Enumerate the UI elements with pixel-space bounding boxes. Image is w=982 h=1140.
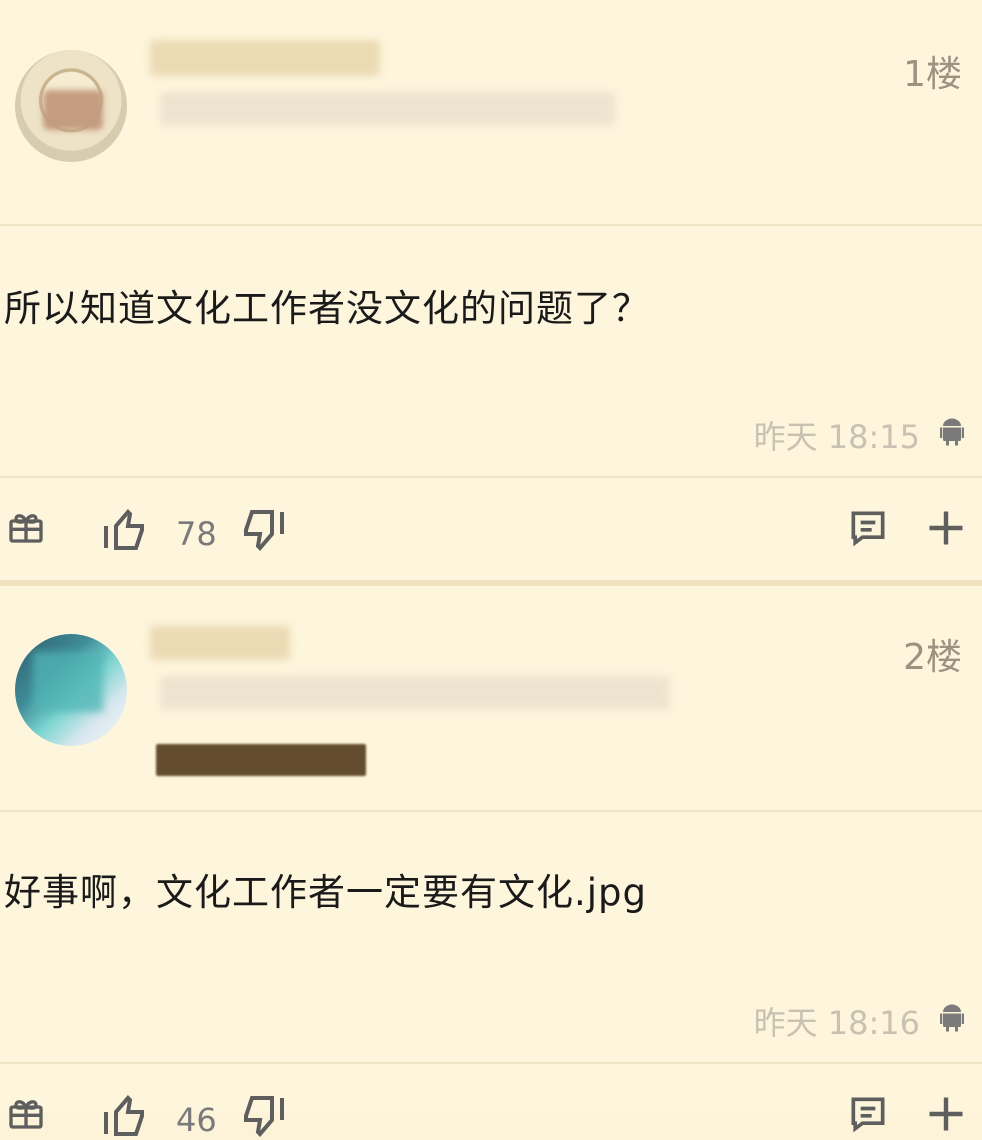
- like-count: 78: [176, 515, 217, 553]
- user-info-redacted: [160, 92, 615, 126]
- android-icon: [940, 1004, 964, 1032]
- username-redacted[interactable]: [150, 40, 380, 76]
- comment-icon: [851, 511, 885, 547]
- post-time: 昨天 18:15: [753, 418, 920, 456]
- post-2: 2楼 好事啊，文化工作者一定要有文化.jpg 昨天 18:16 46: [0, 586, 982, 1139]
- android-icon: [940, 418, 964, 446]
- thumbs-down-icon: [244, 510, 284, 551]
- user-badges: [156, 744, 366, 776]
- more-button[interactable]: [924, 506, 968, 550]
- plus-icon: [929, 1097, 963, 1131]
- post-content[interactable]: 所以知道文化工作者没文化的问题了？: [4, 278, 650, 332]
- plus-icon: [929, 511, 963, 545]
- thumbs-down-icon: [244, 1096, 284, 1137]
- user-avatar[interactable]: [15, 50, 127, 162]
- footer-divider: [0, 476, 982, 478]
- like-count: 46: [176, 1101, 217, 1139]
- dislike-button[interactable]: [238, 506, 286, 554]
- comment-icon: [851, 1097, 885, 1133]
- thumbs-up-icon: [104, 1095, 144, 1136]
- username-redacted[interactable]: [150, 626, 290, 660]
- thumbs-up-icon: [104, 509, 144, 550]
- header-divider: [0, 810, 982, 812]
- like-button[interactable]: [102, 506, 150, 554]
- footer-divider: [0, 1062, 982, 1064]
- user-avatar[interactable]: [15, 634, 127, 746]
- comment-button[interactable]: [846, 1092, 890, 1136]
- post-time: 昨天 18:16: [753, 1004, 920, 1042]
- floor-number: 1楼: [903, 54, 962, 95]
- floor-number: 2楼: [903, 637, 962, 678]
- gift-icon: [9, 1100, 43, 1129]
- gift-button[interactable]: [6, 1092, 46, 1132]
- user-info-redacted: [160, 676, 670, 710]
- like-button[interactable]: [102, 1092, 150, 1140]
- dislike-button[interactable]: [238, 1092, 286, 1140]
- post-content[interactable]: 好事啊，文化工作者一定要有文化.jpg: [4, 862, 647, 916]
- more-button[interactable]: [924, 1092, 968, 1136]
- gift-icon: [9, 514, 43, 543]
- post-1: 1楼 所以知道文化工作者没文化的问题了？ 昨天 18:15 78: [0, 0, 982, 580]
- header-divider: [0, 224, 982, 226]
- comment-button[interactable]: [846, 506, 890, 550]
- gift-button[interactable]: [6, 506, 46, 546]
